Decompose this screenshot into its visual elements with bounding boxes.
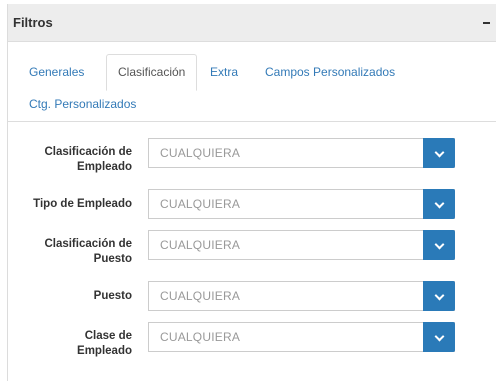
dropdown-button[interactable] bbox=[423, 281, 455, 311]
tab-generales[interactable]: Generales bbox=[29, 65, 84, 79]
field-label: Clasificación de Empleado bbox=[44, 145, 132, 175]
field-label: Puesto bbox=[93, 290, 132, 302]
chevron-down-icon bbox=[434, 147, 445, 158]
field-label-line2: Empleado bbox=[77, 161, 132, 173]
clasificacion-empleado-select[interactable]: CUALQUIERA bbox=[148, 138, 455, 168]
chevron-down-icon bbox=[434, 290, 445, 301]
chevron-down-icon bbox=[434, 239, 445, 250]
panel-header[interactable]: Filtros bbox=[8, 4, 496, 42]
filter-row-clasificacion-empleado: Clasificación de Empleado CUALQUIERA bbox=[8, 138, 496, 182]
filters-panel: Filtros Generales Clasificación Extra Ca… bbox=[0, 0, 496, 381]
filter-row-puesto: Puesto CUALQUIERA bbox=[8, 281, 496, 315]
field-label: Clasificación de Puesto bbox=[44, 237, 132, 267]
select-value: CUALQUIERA bbox=[160, 289, 241, 303]
field-label-line1: Clase de bbox=[84, 330, 132, 342]
select-value: CUALQUIERA bbox=[160, 146, 241, 160]
filter-row-tipo-empleado: Tipo de Empleado CUALQUIERA bbox=[8, 189, 496, 223]
puesto-select[interactable]: CUALQUIERA bbox=[148, 281, 455, 311]
select-value: CUALQUIERA bbox=[160, 197, 241, 211]
minus-icon[interactable] bbox=[483, 22, 490, 24]
filter-row-clase-empleado: Clase de Empleado CUALQUIERA bbox=[8, 322, 496, 366]
tab-campos-personalizados[interactable]: Campos Personalizados bbox=[265, 65, 395, 79]
field-label: Clase de Empleado bbox=[77, 329, 132, 359]
dropdown-button[interactable] bbox=[423, 138, 455, 168]
tab-extra[interactable]: Extra bbox=[210, 65, 238, 79]
tabs-divider bbox=[8, 121, 496, 122]
dropdown-button[interactable] bbox=[423, 189, 455, 219]
panel-title: Filtros bbox=[13, 15, 53, 30]
filter-row-clasificacion-puesto: Clasificación de Puesto CUALQUIERA bbox=[8, 230, 496, 274]
chevron-down-icon bbox=[434, 198, 445, 209]
field-label-line2: Empleado bbox=[77, 345, 132, 357]
field-label-line1: Clasificación de bbox=[44, 146, 132, 158]
chevron-down-icon bbox=[434, 331, 445, 342]
clasificacion-puesto-select[interactable]: CUALQUIERA bbox=[148, 230, 455, 260]
tipo-empleado-select[interactable]: CUALQUIERA bbox=[148, 189, 455, 219]
dropdown-button[interactable] bbox=[423, 230, 455, 260]
tab-ctg-personalizados[interactable]: Ctg. Personalizados bbox=[29, 97, 136, 111]
select-value: CUALQUIERA bbox=[160, 238, 241, 252]
tab-clasificacion[interactable]: Clasificación bbox=[106, 54, 198, 91]
dropdown-button[interactable] bbox=[423, 322, 455, 352]
clase-empleado-select[interactable]: CUALQUIERA bbox=[148, 322, 455, 352]
select-value: CUALQUIERA bbox=[160, 330, 241, 344]
field-label: Tipo de Empleado bbox=[33, 198, 132, 210]
tab-bar: Generales Clasificación Extra Campos Per… bbox=[8, 42, 496, 122]
field-label-line2: Puesto bbox=[93, 253, 132, 265]
field-label-line1: Clasificación de bbox=[44, 238, 132, 250]
